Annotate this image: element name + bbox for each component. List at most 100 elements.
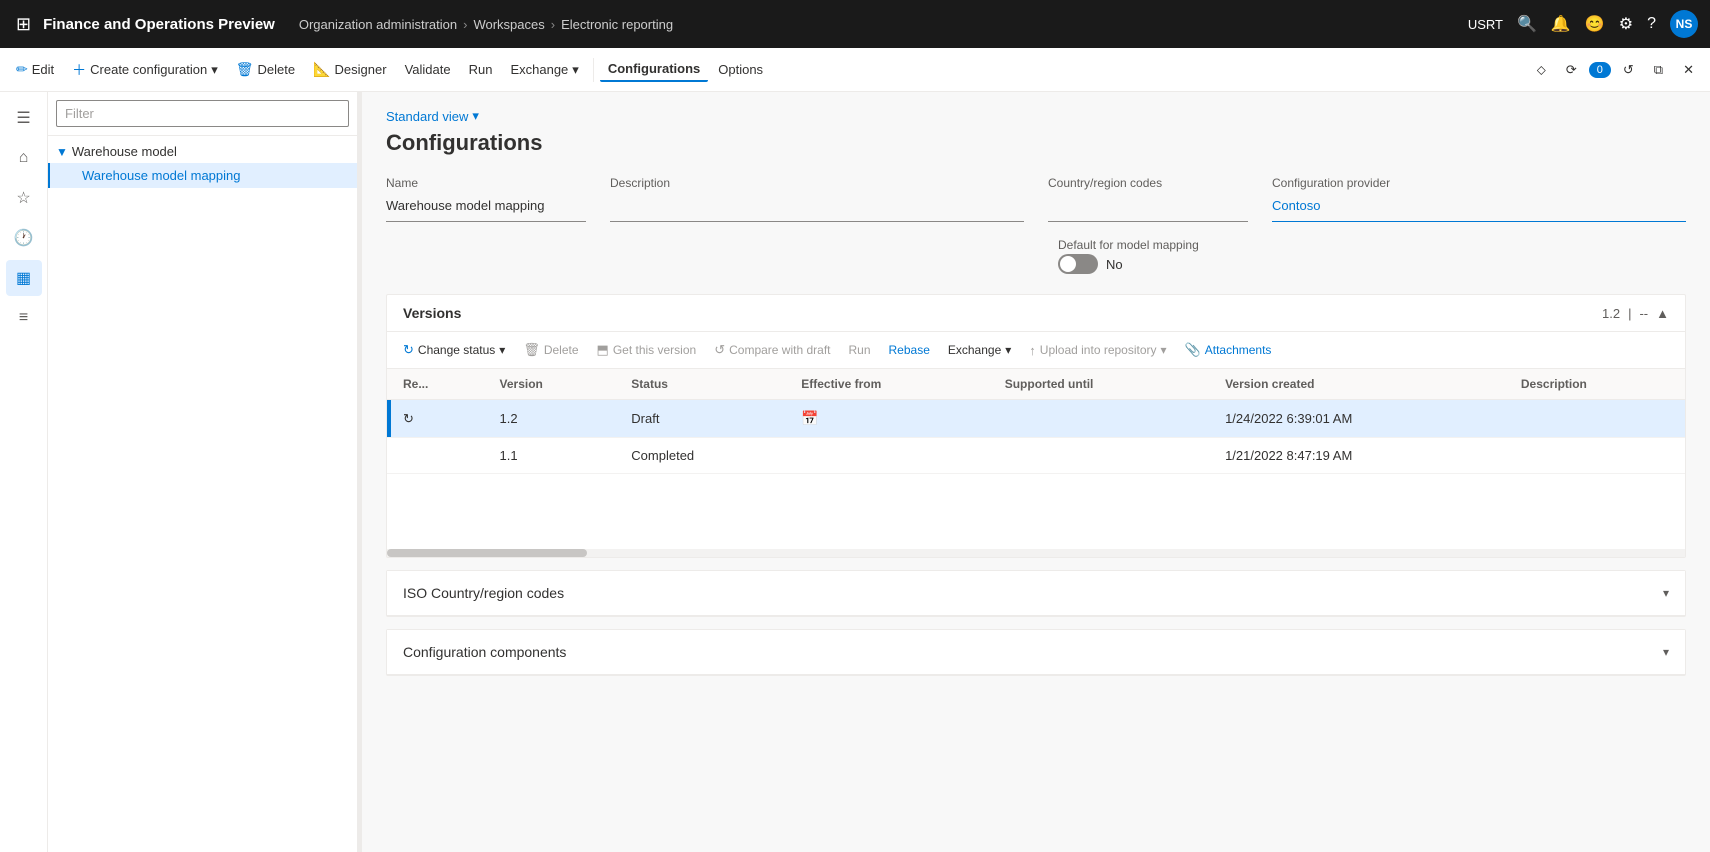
tree-filter-input[interactable] <box>56 100 349 127</box>
compare-icon: ↺ <box>714 342 725 358</box>
main-layout: ☰ ⌂ ☆ 🕐 ▦ ≡ ▼ Warehouse model Warehouse … <box>0 92 1710 852</box>
validate-button[interactable]: Validate <box>397 58 459 81</box>
smiley-icon[interactable]: 😊 <box>1585 14 1605 34</box>
close-icon-btn[interactable]: ✕ <box>1675 58 1702 82</box>
col-supported-until: Supported until <box>993 369 1213 400</box>
change-status-icon: ↻ <box>403 342 414 358</box>
field-country-region: Country/region codes <box>1048 176 1248 222</box>
tree-content: ▼ Warehouse model Warehouse model mappin… <box>48 136 357 852</box>
table-row[interactable]: ↻ 1.2 Draft 📅 1/24/2022 6:39:01 AM <box>387 400 1685 438</box>
cell-supported-until <box>993 400 1213 438</box>
tree-collapse-icon: ▼ <box>56 145 68 159</box>
col-version-created: Version created <box>1213 369 1509 400</box>
cell-description-2 <box>1509 438 1685 474</box>
trash-icon: 🗑 <box>236 61 254 78</box>
tree-panel: ▼ Warehouse model Warehouse model mappin… <box>48 92 358 852</box>
grid-icon[interactable]: ⊞ <box>12 10 35 39</box>
main-toolbar: ✏ Edit ＋ Create configuration ▾ 🗑 Delete… <box>0 48 1710 92</box>
table-row[interactable]: 1.1 Completed 1/21/2022 8:47:19 AM <box>387 438 1685 474</box>
delete-button[interactable]: 🗑 Delete <box>228 57 303 82</box>
nav-filter-icon[interactable]: ☰ <box>6 100 42 136</box>
breadcrumb-item-2[interactable]: Workspaces <box>473 17 544 32</box>
cell-supported-until-2 <box>993 438 1213 474</box>
upload-icon: ↑ <box>1029 343 1036 358</box>
iso-section-header[interactable]: ISO Country/region codes ▾ <box>387 571 1685 616</box>
version-dash-badge: -- <box>1639 306 1648 321</box>
bell-icon[interactable]: 🔔 <box>1551 14 1571 34</box>
sync-icon-btn[interactable]: ↺ <box>1615 58 1642 82</box>
iso-section: ISO Country/region codes ▾ <box>386 570 1686 617</box>
versions-toolbar: ↻ Change status ▾ 🗑 Delete ⬒ Get this ve… <box>387 332 1685 369</box>
cell-version-2: 1.1 <box>488 438 620 474</box>
content-area: Standard view ▾ Configurations Name Ware… <box>362 92 1710 852</box>
col-description: Description <box>1509 369 1685 400</box>
version-dash: | <box>1628 306 1631 321</box>
versions-section-header: Versions 1.2 | -- ▲ <box>387 295 1685 332</box>
col-version: Version <box>488 369 620 400</box>
versions-section: Versions 1.2 | -- ▲ ↻ Change status ▾ 🗑 … <box>386 294 1686 558</box>
badge-blue-btn[interactable]: 0 <box>1589 62 1611 78</box>
rebase-button[interactable]: Rebase <box>881 339 938 361</box>
versions-delete-button[interactable]: 🗑 Delete <box>515 338 586 362</box>
upload-chevron-icon: ▾ <box>1161 343 1167 357</box>
tree-group-warehouse-model[interactable]: ▼ Warehouse model <box>48 140 357 163</box>
cell-effective-from-2 <box>789 438 993 474</box>
filter-icon-btn[interactable]: ⬦ <box>1529 58 1554 82</box>
config-components-chevron-icon: ▾ <box>1663 645 1669 659</box>
create-icon: ＋ <box>72 60 86 80</box>
breadcrumb-sep-1: › <box>463 17 467 32</box>
breadcrumb-item-1[interactable]: Organization administration <box>299 17 457 32</box>
horizontal-scrollbar[interactable] <box>387 549 1685 557</box>
version-collapse-icon[interactable]: ▲ <box>1656 306 1669 321</box>
change-status-button[interactable]: ↻ Change status ▾ <box>395 338 513 362</box>
config-components-header[interactable]: Configuration components ▾ <box>387 630 1685 675</box>
change-status-chevron: ▾ <box>499 343 505 357</box>
cell-reload: ↻ <box>391 400 488 438</box>
cell-status-2: Completed <box>619 438 789 474</box>
tree-item-warehouse-mapping[interactable]: Warehouse model mapping <box>48 163 357 188</box>
nav-home-icon[interactable]: ⌂ <box>6 140 42 176</box>
view-selector[interactable]: Standard view ▾ <box>386 108 1686 124</box>
col-reload: Re... <box>391 369 488 400</box>
help-icon[interactable]: ? <box>1647 15 1656 33</box>
gear-icon[interactable]: ⚙ <box>1619 14 1633 34</box>
attachment-icon: 📎 <box>1185 342 1201 358</box>
versions-run-button[interactable]: Run <box>840 339 878 361</box>
compare-draft-button[interactable]: ↺ Compare with draft <box>706 338 838 362</box>
window-icon-btn[interactable]: ⧉ <box>1646 58 1671 82</box>
breadcrumb-sep-2: › <box>551 17 555 32</box>
options-tab[interactable]: Options <box>710 58 771 81</box>
exchange-button[interactable]: Exchange ▾ <box>502 58 586 82</box>
cell-version-created: 1/24/2022 6:39:01 AM <box>1213 400 1509 438</box>
toolbar-right: ⬦ ⟳ 0 ↺ ⧉ ✕ <box>1529 58 1702 82</box>
default-mapping-field: Default for model mapping No <box>1058 238 1686 274</box>
edit-button[interactable]: ✏ Edit <box>8 57 62 82</box>
field-description: Description <box>610 176 1024 222</box>
upload-repo-button[interactable]: ↑ Upload into repository ▾ <box>1021 339 1174 362</box>
nav-clock-icon[interactable]: 🕐 <box>6 220 42 256</box>
calendar-icon[interactable]: 📅 <box>801 410 818 426</box>
tree-filter-container <box>48 92 357 136</box>
refresh-icon-btn[interactable]: ⟳ <box>1558 58 1585 82</box>
configurations-tab[interactable]: Configurations <box>600 57 708 82</box>
run-button[interactable]: Run <box>461 58 501 81</box>
search-icon[interactable]: 🔍 <box>1517 14 1537 34</box>
cell-description <box>1509 400 1685 438</box>
nav-star-icon[interactable]: ☆ <box>6 180 42 216</box>
avatar[interactable]: NS <box>1670 10 1698 38</box>
designer-button[interactable]: 📐 Designer <box>305 57 394 82</box>
exchange-chevron-icon: ▾ <box>572 62 579 78</box>
nav-calendar-icon[interactable]: ▦ <box>6 260 42 296</box>
get-version-button[interactable]: ⬒ Get this version <box>589 338 705 362</box>
default-mapping-toggle[interactable] <box>1058 254 1098 274</box>
chevron-down-icon: ▾ <box>211 62 218 78</box>
attachments-button[interactable]: 📎 Attachments <box>1177 338 1280 362</box>
versions-exchange-button[interactable]: Exchange ▾ <box>940 339 1019 361</box>
breadcrumb-item-3[interactable]: Electronic reporting <box>561 17 673 32</box>
cell-effective-from: 📅 <box>789 400 993 438</box>
nav-list-icon[interactable]: ≡ <box>6 300 42 336</box>
create-configuration-button[interactable]: ＋ Create configuration ▾ <box>64 56 226 84</box>
versions-table: Re... Version Status Effective from Supp… <box>387 369 1685 474</box>
cell-version-created-2: 1/21/2022 8:47:19 AM <box>1213 438 1509 474</box>
cell-version: 1.2 <box>488 400 620 438</box>
